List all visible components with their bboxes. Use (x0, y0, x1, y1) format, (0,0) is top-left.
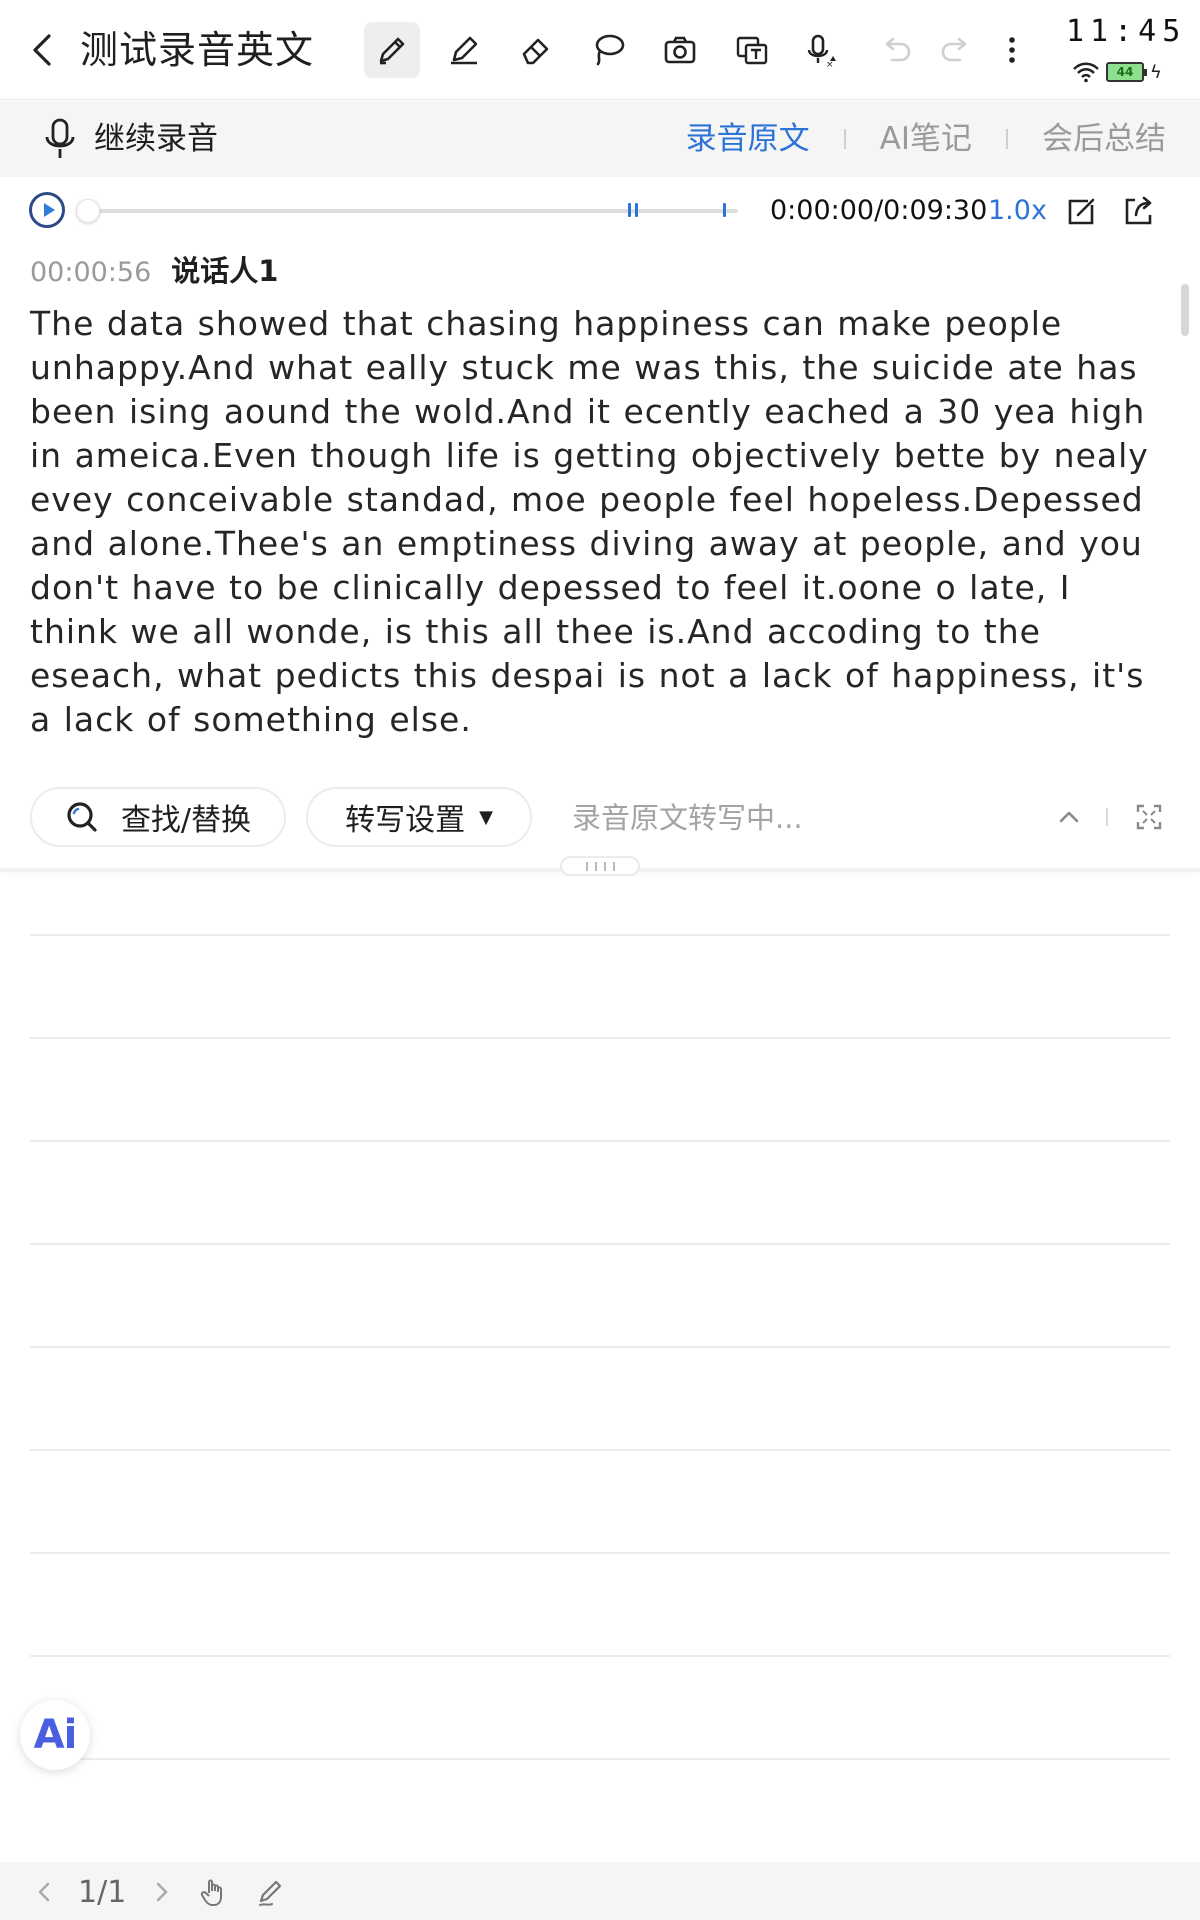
status-icons: 44 ϟ (1072, 58, 1162, 86)
playback-time: 0:00:00/0:09:30 (770, 195, 988, 226)
more-icon[interactable] (988, 22, 1036, 78)
ruled-line (30, 1655, 1170, 1657)
tab-transcript[interactable]: 录音原文 (682, 119, 814, 159)
share-icon[interactable] (1118, 191, 1158, 231)
ruled-line (30, 1037, 1170, 1039)
tab-summary[interactable]: 会后总结 (1038, 119, 1170, 159)
top-toolbar: 测试录音英文 × 11:45 44 ϟ (0, 0, 1200, 100)
expand-icon[interactable] (1134, 802, 1164, 832)
tab-divider (843, 129, 846, 149)
microphone-icon[interactable] (42, 117, 78, 161)
edit-icon[interactable] (1060, 191, 1100, 231)
bookmark-marker[interactable] (723, 203, 726, 217)
eraser-icon[interactable] (508, 22, 564, 78)
undo-icon[interactable] (868, 22, 924, 78)
divider (1106, 808, 1108, 826)
page-indicator: 1/1 (78, 1875, 127, 1910)
segment-text[interactable]: The data showed that chasing happiness c… (30, 302, 1170, 742)
bookmark-marker[interactable] (635, 203, 638, 217)
ruled-line (30, 1449, 1170, 1451)
segment-timestamp[interactable]: 00:00:56 (30, 257, 151, 288)
ruled-line (30, 1243, 1170, 1245)
transcript-panel: 00:00:56 说话人1 The data showed that chasi… (30, 248, 1170, 742)
tab-ai-notes[interactable]: AI笔记 (876, 119, 976, 159)
ai-assistant-button[interactable]: Ai (20, 1700, 90, 1770)
note-title[interactable]: 测试录音英文 (80, 26, 314, 74)
chevron-up-icon[interactable] (1054, 802, 1084, 832)
battery-icon: 44 (1106, 62, 1147, 82)
search-icon (67, 802, 97, 832)
find-replace-label: 查找/替换 (120, 803, 252, 838)
recording-bar: 继续录音 录音原文 AI笔记 会后总结 (0, 101, 1200, 177)
text-recognize-icon[interactable] (724, 22, 780, 78)
find-replace-button[interactable]: 查找/替换 (30, 787, 286, 847)
transcribe-settings-dropdown[interactable]: 转写设置 ▼ (306, 787, 532, 847)
highlighter-icon[interactable] (436, 22, 492, 78)
previous-page-icon[interactable] (28, 1876, 60, 1908)
charging-icon: ϟ (1150, 61, 1162, 83)
page-navigation-bar: 1/1 (0, 1862, 1200, 1920)
hand-tool-icon[interactable] (198, 1876, 230, 1908)
resize-handle[interactable] (560, 856, 640, 876)
pen-icon[interactable] (364, 22, 420, 78)
back-icon[interactable] (22, 28, 62, 72)
ruled-line (30, 1346, 1170, 1348)
next-page-icon[interactable] (146, 1876, 178, 1908)
scrollbar[interactable] (1181, 284, 1189, 336)
camera-icon[interactable] (652, 22, 708, 78)
transcribing-status: 录音原文转写中... (572, 801, 803, 835)
transcribe-settings-label: 转写设置 (345, 803, 466, 838)
bookmark-marker[interactable] (628, 203, 631, 217)
ruled-line (30, 1552, 1170, 1554)
progress-track[interactable] (80, 209, 738, 213)
ruled-line (30, 934, 1170, 936)
wifi-icon (1073, 62, 1099, 83)
audio-player: 0:00:00/0:09:30 1.0x (0, 178, 1200, 244)
pencil-icon[interactable] (254, 1876, 286, 1908)
segment-header: 00:00:56 说话人1 (30, 248, 1170, 292)
voice-input-icon[interactable]: × (796, 22, 852, 78)
progress-thumb[interactable] (76, 199, 100, 223)
lasso-icon[interactable] (580, 22, 636, 78)
playback-speed-button[interactable]: 1.0x (988, 192, 1047, 230)
continue-recording-button[interactable]: 继续录音 (94, 119, 218, 159)
transcript-segment[interactable]: 00:00:56 说话人1 The data showed that chasi… (30, 248, 1170, 742)
svg-text:×: × (826, 60, 834, 70)
speaker-label[interactable]: 说话人1 (171, 248, 278, 290)
view-tabs: 录音原文 AI笔记 会后总结 (682, 119, 1170, 159)
transcript-tools: 查找/替换 转写设置 ▼ 录音原文转写中... (0, 782, 1200, 852)
redo-icon[interactable] (928, 22, 984, 78)
status-time: 11:45 (1066, 14, 1187, 49)
caret-down-icon: ▼ (479, 806, 493, 828)
ruled-line (30, 1758, 1170, 1760)
play-icon[interactable] (29, 192, 65, 228)
tab-divider (1006, 129, 1008, 149)
ruled-line (30, 1140, 1170, 1142)
